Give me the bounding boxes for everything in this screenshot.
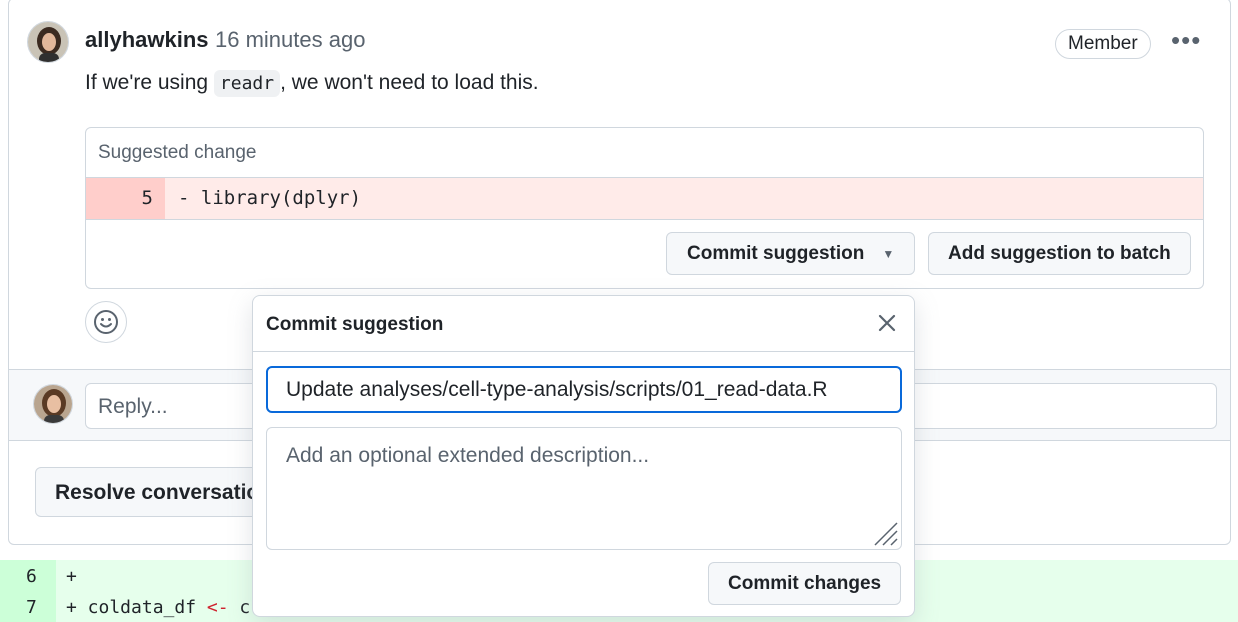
commit-message-input[interactable]: Update analyses/cell-type-analysis/scrip… [266,366,902,413]
commit-suggestion-popover: Commit suggestion Update analyses/cell-t… [252,295,915,617]
diff-line-number: 6 [26,566,37,587]
smiley-icon [94,310,118,334]
role-badge: Member [1055,29,1151,59]
commit-suggestion-button[interactable]: Commit suggestion ▼ [666,232,915,275]
diff-line-number: 7 [26,597,37,618]
add-reaction-button[interactable] [85,301,127,343]
diff-code-operator: <- [206,597,229,618]
deleted-line-code: - library(dplyr) [178,187,362,209]
popover-header: Commit suggestion [253,296,914,352]
resize-handle-icon[interactable] [871,519,899,547]
add-to-batch-label: Add suggestion to batch [948,242,1171,264]
comment-author[interactable]: allyhawkins [85,27,209,53]
description-placeholder: Add an optional extended description... [286,444,650,467]
deleted-line: 5 - library(dplyr) [86,178,1203,220]
line-number: 5 [86,178,165,219]
avatar[interactable] [27,21,69,63]
commit-changes-button[interactable]: Commit changes [708,562,901,605]
comment-body: If we're using readr, we won't need to l… [85,70,539,97]
avatar [33,384,73,424]
suggested-change-box: Suggested change 5 - library(dplyr) Comm… [85,127,1204,289]
kebab-horizontal-icon[interactable]: ••• [1171,25,1201,56]
comment-body-prefix: If we're using [85,71,214,94]
diff-code-post: c [228,597,251,618]
triangle-down-icon: ▼ [882,246,895,261]
commit-changes-label: Commit changes [728,572,882,594]
close-icon[interactable] [874,310,900,336]
comment-timestamp[interactable]: 16 minutes ago [215,27,365,53]
diff-code-pre: + coldata_df [66,597,207,618]
add-suggestion-to-batch-button[interactable]: Add suggestion to batch [928,232,1191,275]
commit-suggestion-label: Commit suggestion [687,242,865,264]
extended-description-input[interactable]: Add an optional extended description... [266,427,902,550]
suggested-change-header: Suggested change [86,128,1203,178]
diff-line-code: + coldata_df <- c [66,597,250,618]
inline-code: readr [213,70,281,97]
popover-title: Commit suggestion [266,314,444,335]
comment-body-suffix: , we won't need to load this. [280,71,539,94]
diff-line-code: + [66,566,77,587]
